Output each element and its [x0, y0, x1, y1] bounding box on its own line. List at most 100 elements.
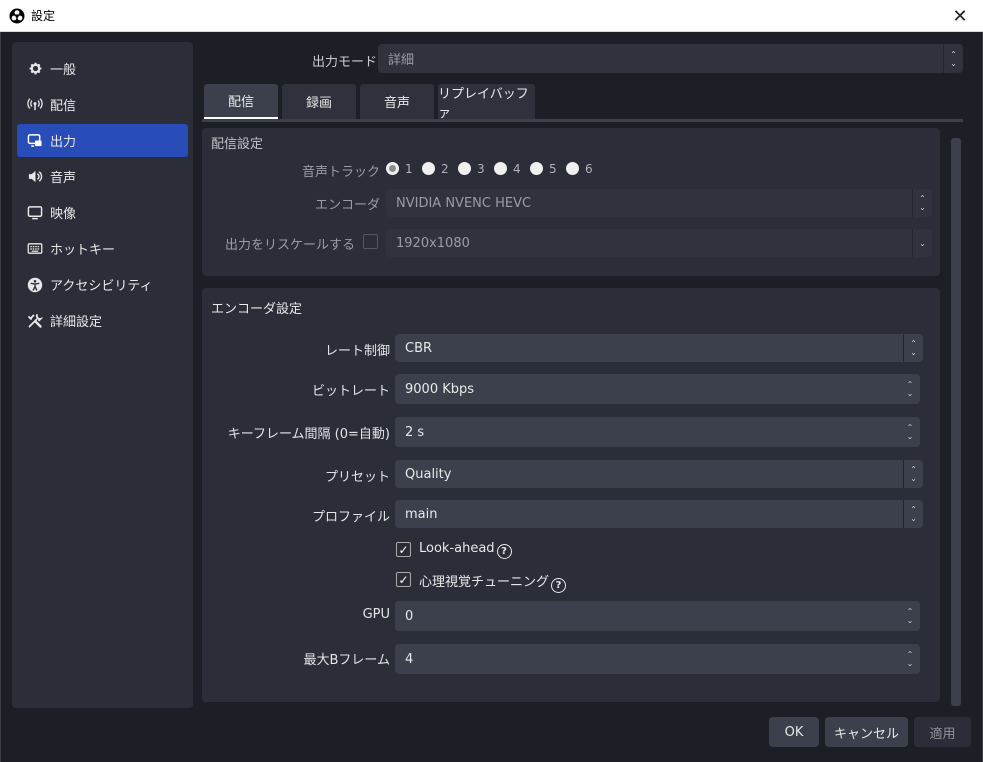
bframes-label: 最大Bフレーム: [303, 653, 390, 668]
sidebar-item-audio[interactable]: 音声: [17, 160, 188, 193]
sidebar-item-label: アクセシビリティ: [50, 279, 153, 294]
gpu-value: 0: [405, 608, 414, 624]
monitor-icon: [27, 205, 43, 221]
title-bar: 設定 ✕: [0, 0, 983, 32]
keyframe-label: キーフレーム間隔 (0=自動): [227, 427, 390, 442]
settings-window: 一般 配信 出力 音声 映像 ホットキー アクセシビリティ 詳細設定 出力モード…: [0, 32, 983, 762]
tab-audio[interactable]: 音声: [360, 84, 434, 119]
accessibility-icon: [27, 277, 43, 293]
gear-icon: [27, 61, 43, 77]
bitrate-value: 9000 Kbps: [405, 381, 475, 397]
speaker-icon: [27, 169, 43, 185]
gpu-label: GPU: [362, 607, 390, 622]
chevron-down-icon: ⌄: [912, 229, 932, 257]
chevron-updown-icon: ⌃ ⌄: [903, 334, 923, 362]
keyframe-spinbox[interactable]: 2 s ⌃ ⌄: [395, 417, 920, 447]
audio-track-label: 音声トラック: [301, 165, 380, 180]
rate-control-value: CBR: [405, 340, 433, 356]
bitrate-spinbox[interactable]: 9000 Kbps ⌃ ⌄: [395, 374, 920, 404]
rescale-value: 1920x1080: [396, 235, 470, 251]
profile-label: プロファイル: [311, 510, 390, 525]
sidebar-item-advanced[interactable]: 詳細設定: [17, 304, 188, 337]
tab-replay-buffer[interactable]: リプレイバッファ: [438, 84, 535, 121]
track-radio-1[interactable]: [386, 162, 399, 175]
vertical-scrollbar[interactable]: [951, 138, 961, 706]
psycho-visual-checkbox[interactable]: ✓: [396, 572, 411, 587]
check-icon: ✓: [398, 542, 409, 557]
track-radio-6[interactable]: [566, 162, 579, 175]
output-mode-select[interactable]: 詳細 ⌃ ⌄: [378, 44, 963, 73]
preset-select[interactable]: Quality ⌃ ⌄: [395, 460, 923, 488]
window-title: 設定: [31, 9, 56, 23]
output-mode-row: 出力モード 詳細 ⌃ ⌄: [202, 44, 964, 74]
close-icon: ✕: [952, 5, 968, 27]
lookahead-label: Look-ahead?: [419, 541, 512, 559]
sidebar-item-stream[interactable]: 配信: [17, 88, 188, 121]
output-mode-value: 詳細: [388, 53, 415, 68]
keyboard-icon: [27, 241, 43, 257]
encoder-select[interactable]: NVIDIA NVENC HEVC ⌃ ⌄: [386, 189, 932, 217]
tab-recording[interactable]: 録画: [282, 84, 356, 119]
sidebar-item-output[interactable]: 出力: [17, 124, 188, 157]
encoder-value: NVIDIA NVENC HEVC: [396, 195, 532, 211]
sidebar-item-label: 出力: [50, 135, 77, 150]
ok-button[interactable]: OK: [769, 717, 819, 747]
stepper-icon[interactable]: ⌃ ⌄: [900, 374, 920, 404]
close-button[interactable]: ✕: [937, 0, 983, 32]
bframes-spinbox[interactable]: 4 ⌃ ⌄: [395, 644, 920, 674]
keyframe-value: 2 s: [405, 424, 425, 440]
chevron-updown-icon: ⌃ ⌄: [903, 500, 923, 528]
rescale-label: 出力をリスケールする: [224, 238, 355, 253]
obs-logo-icon: [9, 8, 25, 23]
bitrate-label: ビットレート: [311, 384, 390, 399]
stepper-icon[interactable]: ⌃ ⌄: [900, 644, 920, 674]
encoder-settings-panel: エンコーダ設定 レート制御 CBR ⌃ ⌄ ビットレート 9000 Kbps ⌃ ⌄…: [202, 288, 940, 702]
rescale-select[interactable]: 1920x1080 ⌄: [386, 229, 932, 257]
sidebar-item-video[interactable]: 映像: [17, 196, 188, 229]
track-radio-4[interactable]: [494, 162, 507, 175]
tools-icon: [27, 313, 43, 329]
encoder-settings-title: エンコーダ設定: [211, 302, 303, 317]
psycho-visual-label: 心理視覚チューニング?: [419, 571, 567, 593]
sidebar: 一般 配信 出力 音声 映像 ホットキー アクセシビリティ 詳細設定: [12, 42, 193, 708]
chevron-updown-icon: ⌃ ⌄: [943, 44, 963, 73]
sidebar-item-label: 一般: [50, 63, 77, 78]
sidebar-item-label: 映像: [50, 207, 77, 222]
tab-stream[interactable]: 配信: [204, 84, 278, 119]
rescale-checkbox[interactable]: [363, 234, 378, 249]
track-radio-5[interactable]: [530, 162, 543, 175]
help-icon[interactable]: ?: [551, 578, 567, 593]
sidebar-item-label: ホットキー: [50, 243, 116, 258]
sidebar-item-general[interactable]: 一般: [17, 52, 188, 85]
help-icon[interactable]: ?: [496, 544, 512, 559]
output-tabs: 配信 録画 音声 リプレイバッファ: [202, 84, 963, 122]
profile-value: main: [405, 506, 438, 522]
preset-value: Quality: [405, 466, 452, 482]
cancel-button[interactable]: キャンセル: [825, 717, 908, 747]
apply-button[interactable]: 適用: [914, 717, 971, 747]
stepper-icon[interactable]: ⌃ ⌄: [900, 601, 920, 631]
chevron-updown-icon: ⌃ ⌄: [903, 460, 923, 488]
sidebar-item-label: 詳細設定: [50, 315, 103, 330]
antenna-icon: [27, 97, 43, 113]
gpu-spinbox[interactable]: 0 ⌃ ⌄: [395, 601, 920, 631]
sidebar-item-label: 配信: [50, 99, 77, 114]
track-radio-3[interactable]: [458, 162, 471, 175]
track-radio-2[interactable]: [422, 162, 435, 175]
lookahead-checkbox[interactable]: ✓: [396, 542, 411, 557]
check-icon: ✓: [398, 572, 409, 587]
rate-control-select[interactable]: CBR ⌃ ⌄: [395, 334, 923, 362]
sidebar-item-label: 音声: [50, 171, 77, 186]
stepper-icon[interactable]: ⌃ ⌄: [900, 417, 920, 447]
profile-select[interactable]: main ⌃ ⌄: [395, 500, 923, 528]
stream-settings-title: 配信設定: [211, 137, 264, 152]
chevron-updown-icon: ⌃ ⌄: [912, 189, 932, 217]
sidebar-item-hotkeys[interactable]: ホットキー: [17, 232, 188, 265]
encoder-label: エンコーダ: [314, 198, 380, 213]
bframes-value: 4: [405, 651, 414, 667]
rate-control-label: レート制御: [324, 344, 390, 359]
preset-label: プリセット: [324, 470, 390, 485]
output-mode-label: 出力モード: [311, 55, 377, 70]
stream-settings-panel: 配信設定 音声トラック 1 2 3 4 5 6 エンコーダ NVIDIA NVE…: [202, 128, 940, 276]
sidebar-item-accessibility[interactable]: アクセシビリティ: [17, 268, 188, 301]
